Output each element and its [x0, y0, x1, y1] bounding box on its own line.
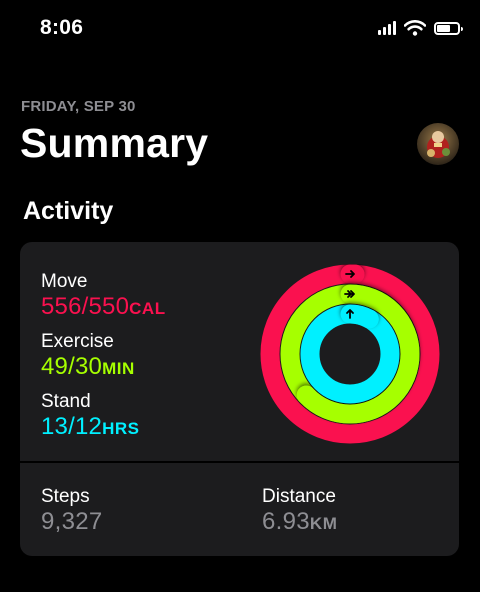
exercise-label: Exercise — [41, 331, 114, 352]
distance-label: Distance — [262, 486, 336, 507]
exercise-ring-end-cap — [296, 385, 316, 405]
profile-avatar[interactable] — [417, 123, 459, 165]
summary-date: FRIDAY, SEP 30 — [21, 98, 136, 115]
move-value: 556/550CAL — [41, 293, 166, 321]
battery-fill — [437, 24, 451, 32]
cellular-signal-icon — [378, 21, 396, 35]
move-unit: CAL — [129, 299, 166, 318]
move-value-number: 556/550 — [41, 293, 130, 320]
activity-section-title: Activity — [23, 197, 114, 225]
stand-unit: HRS — [102, 419, 140, 438]
distance-value-number: 6.93 — [262, 508, 310, 535]
wifi-icon — [404, 20, 426, 36]
card-divider — [20, 461, 459, 463]
status-icons — [378, 20, 463, 36]
distance-unit: KM — [309, 514, 338, 533]
stand-label: Stand — [41, 391, 91, 412]
exercise-value: 49/30MIN — [41, 353, 135, 381]
distance-value: 6.93KM — [262, 508, 337, 536]
avatar-image — [417, 123, 459, 165]
steps-label: Steps — [41, 486, 90, 507]
activity-rings[interactable] — [260, 264, 440, 444]
stand-ring-progress — [300, 304, 400, 404]
battery-icon — [434, 21, 463, 35]
steps-value: 9,327 — [41, 508, 103, 535]
status-bar: 8:06 — [0, 0, 480, 60]
status-time: 8:06 — [40, 16, 84, 39]
exercise-value-number: 49/30 — [41, 353, 103, 380]
stand-ring-end-cap — [359, 309, 379, 329]
stand-value-number: 13/12 — [41, 413, 103, 440]
exercise-unit: MIN — [102, 359, 135, 378]
stand-value: 13/12HRS — [41, 413, 139, 441]
page-title: Summary — [20, 120, 209, 166]
activity-card[interactable]: Move 556/550CAL Exercise 49/30MIN Stand … — [20, 242, 459, 556]
move-label: Move — [41, 271, 88, 292]
